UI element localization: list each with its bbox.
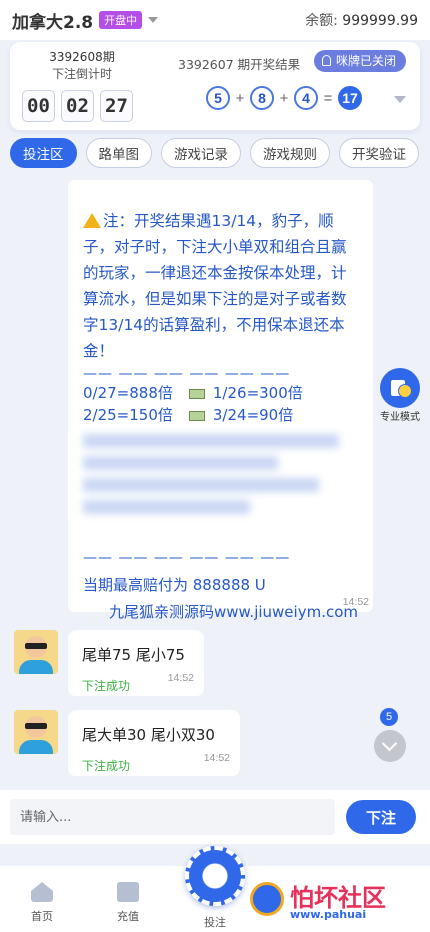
- countdown-timer: 00 02 27: [22, 90, 142, 122]
- pro-mode-label: 专业模式: [380, 412, 420, 423]
- notice-text: 注：开奖结果遇13/14，豹子，顺子，对子时，下注大小单双和组合且赢的玩家，一律…: [83, 208, 361, 364]
- top-header: 加拿大2.8 开盘中 余额: 999999.99: [0, 0, 430, 40]
- equals-sign: =: [323, 89, 333, 107]
- countdown-label: 下注倒计时: [51, 67, 112, 81]
- message-time: 14:52: [203, 752, 230, 764]
- odds-left: 2/25=150倍: [83, 406, 173, 424]
- message-bubble: 尾大单30 尾小双30 下注成功 14:52: [68, 710, 240, 776]
- game-switch-chevron-icon[interactable]: [148, 17, 159, 23]
- balance: 余额: 999999.99: [305, 10, 418, 30]
- current-period: 3392608期: [49, 50, 115, 64]
- balance-label: 余额:: [305, 13, 338, 29]
- bet-content: 尾大单30 尾小双30: [82, 726, 215, 744]
- scroll-down-chevron-icon[interactable]: [374, 730, 406, 762]
- notice-body: 注：开奖结果遇13/14，豹子，顺子，对子时，下注大小单双和组合且赢的玩家，一律…: [83, 212, 347, 360]
- nav-recharge-label: 充值: [117, 910, 139, 923]
- balance-amount: 999999.99: [342, 13, 418, 29]
- place-bet-button[interactable]: 下注: [346, 800, 416, 834]
- avatar[interactable]: [14, 630, 58, 674]
- message-time: 14:52: [342, 596, 369, 608]
- divider: —— —— —— —— —— ——: [83, 366, 291, 382]
- lightbulb-icon: [321, 55, 331, 66]
- timer-minutes: 02: [61, 90, 94, 122]
- expand-results-chevron-icon[interactable]: [394, 96, 406, 103]
- money-icon: [188, 410, 205, 421]
- bet-content: 尾单75 尾小75: [82, 646, 185, 664]
- nav-home-label: 首页: [31, 910, 53, 923]
- draw-info-card: 3392608期 下注倒计时 00 02 27 3392607 期开奖结果 咪牌…: [10, 42, 420, 130]
- odds-line: 0/27=888倍 1/26=300倍: [83, 382, 361, 404]
- plus-sign: +: [279, 89, 289, 107]
- tab-game-records[interactable]: 游戏记录: [161, 138, 241, 168]
- chat-area[interactable]: 注：开奖结果遇13/14，豹子，顺子，对子时，下注大小单双和组合且赢的玩家，一律…: [0, 180, 430, 780]
- tab-game-rules[interactable]: 游戏规则: [250, 138, 330, 168]
- watermark-emblem: [250, 882, 284, 916]
- nav-home[interactable]: 首页: [12, 882, 72, 924]
- game-name[interactable]: 加拿大2.8: [12, 8, 93, 33]
- chat-message: 尾大单30 尾小双30 下注成功 14:52: [14, 710, 240, 776]
- odds-right: 3/24=90倍: [212, 406, 294, 424]
- chat-message: 尾单75 尾小75 下注成功 14:52: [14, 630, 204, 696]
- money-icon: [188, 388, 205, 399]
- tab-trend-chart[interactable]: 路单图: [85, 138, 152, 168]
- chip-icon[interactable]: [185, 846, 245, 906]
- nav-bet-label[interactable]: 投注: [185, 914, 245, 930]
- site-link: 九尾狐亲测源码www.jiuweiym.com: [109, 603, 358, 621]
- home-icon: [31, 882, 53, 902]
- max-payout: 当期最高赔付为 888888 U: [83, 576, 266, 594]
- current-period-panel: 3392608期 下注倒计时 00 02 27: [22, 48, 142, 122]
- avatar[interactable]: [14, 710, 58, 754]
- warning-icon: [83, 213, 101, 228]
- timer-seconds: 27: [100, 90, 133, 122]
- result-balls: 5 + 8 + 4 = 17: [206, 86, 362, 110]
- timer-hours: 00: [22, 90, 55, 122]
- last-result-title: 3392607 期开奖结果: [178, 57, 301, 72]
- squeeze-toggle-label: 咪牌已关闭: [335, 54, 396, 68]
- message-time: 14:52: [167, 672, 194, 684]
- recharge-icon: [117, 882, 139, 902]
- pro-mode-button[interactable]: 专业模式: [378, 368, 422, 423]
- odds-line: 2/25=150倍 3/24=90倍: [83, 404, 361, 426]
- message-bubble: 尾单75 尾小75 下注成功 14:52: [68, 630, 204, 696]
- tab-bar: 投注区 路单图 游戏记录 游戏规则 开奖验证: [10, 138, 430, 170]
- result-ball-3: 4: [294, 86, 318, 110]
- divider: —— —— —— —— —— ——: [83, 550, 291, 566]
- watermark-url: www.pahuai: [290, 908, 367, 921]
- odds-right: 1/26=300倍: [212, 384, 303, 402]
- squeeze-toggle-button[interactable]: 咪牌已关闭: [313, 50, 406, 72]
- bottom-nav: 首页 充值 投注 怕坏社区 www.pahuai: [0, 846, 430, 932]
- plus-sign: +: [235, 89, 245, 107]
- coins-icon: [380, 368, 420, 408]
- tab-betting-area[interactable]: 投注区: [10, 138, 77, 168]
- message-input-bar: 下注: [0, 790, 430, 844]
- watermark-logo: 怕坏社区 www.pahuai: [250, 876, 420, 926]
- odds-left: 0/27=888倍: [83, 384, 173, 402]
- result-sum: 17: [338, 86, 362, 110]
- unread-count-badge: 5: [380, 708, 398, 726]
- result-ball-1: 5: [206, 86, 230, 110]
- result-ball-2: 8: [250, 86, 274, 110]
- nav-recharge[interactable]: 充值: [98, 882, 158, 924]
- tab-draw-verify[interactable]: 开奖验证: [339, 138, 419, 168]
- bet-input[interactable]: [10, 799, 335, 835]
- blurred-odds: [83, 434, 361, 546]
- notice-message: 注：开奖结果遇13/14，豹子，顺子，对子时，下注大小单双和组合且赢的玩家，一律…: [68, 180, 373, 621]
- status-badge: 开盘中: [99, 11, 143, 29]
